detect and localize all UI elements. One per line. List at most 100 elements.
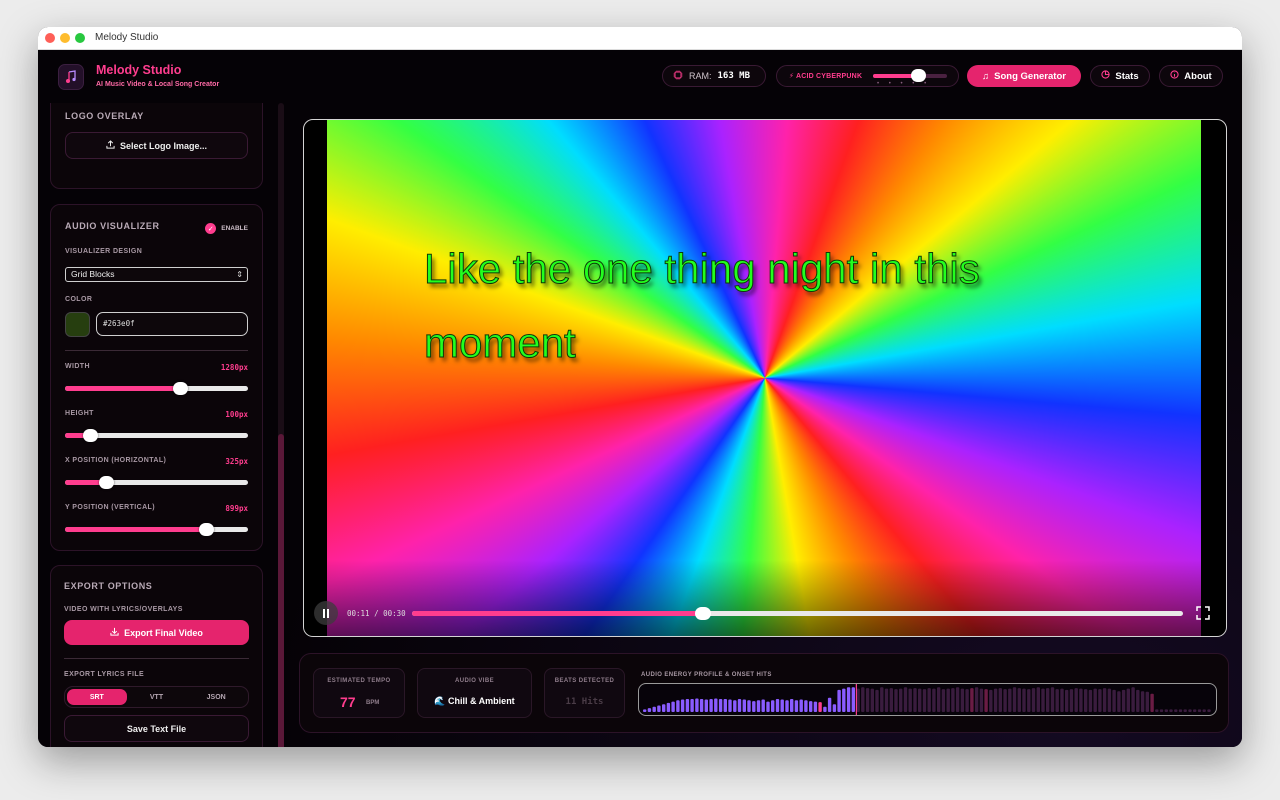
slider-knob[interactable] — [83, 429, 98, 442]
tempo-label: ESTIMATED TEMPO — [327, 678, 391, 684]
beats-value: 11 Hits — [565, 697, 604, 707]
energy-bar — [1193, 709, 1197, 712]
slider-fill — [65, 386, 181, 391]
format-srt-option[interactable]: SRT — [67, 689, 127, 705]
energy-bar — [941, 689, 946, 712]
energy-bar — [1169, 709, 1173, 712]
energy-bar — [1055, 689, 1059, 712]
visualizer-title: AUDIO VISUALIZER — [65, 221, 160, 231]
ram-label: RAM: — [689, 71, 712, 81]
energy-bar — [946, 688, 950, 712]
energy-bar — [761, 699, 765, 712]
energy-bar — [771, 700, 775, 712]
slider-knob[interactable] — [99, 476, 114, 489]
energy-bar — [1131, 687, 1135, 712]
energy-bar — [1174, 709, 1178, 712]
upload-icon — [106, 140, 115, 151]
energy-bar — [733, 700, 737, 712]
color-swatch[interactable] — [65, 312, 90, 337]
ram-indicator: RAM: 163 MB — [662, 65, 766, 87]
energy-bar — [1183, 709, 1187, 712]
energy-bar — [1079, 688, 1083, 712]
energy-bar — [1031, 688, 1036, 712]
about-label: About — [1184, 70, 1212, 82]
maximize-window-button[interactable] — [75, 33, 85, 43]
energy-bar — [647, 708, 652, 712]
energy-bar — [965, 689, 969, 712]
energy-bar — [747, 700, 751, 712]
x-position-label: X POSITION (HORIZONTAL) — [65, 457, 167, 464]
divider — [65, 350, 248, 351]
x-position-value: 325px — [225, 457, 248, 466]
energy-bar — [979, 688, 984, 712]
energy-bar — [1202, 709, 1206, 712]
height-slider[interactable] — [65, 429, 248, 442]
energy-bar — [804, 700, 808, 712]
audio-visualizer-card: AUDIO VISUALIZER ✓ ENABLE VISUALIZER DES… — [50, 204, 263, 551]
minimize-window-button[interactable] — [60, 33, 70, 43]
energy-bar — [1207, 709, 1211, 712]
energy-bar — [1088, 689, 1093, 712]
energy-bar — [652, 706, 656, 712]
format-json-option[interactable]: JSON — [186, 689, 246, 705]
energy-bar — [1197, 709, 1202, 712]
energy-bar — [1150, 693, 1154, 712]
save-text-file-button[interactable]: Save Text File — [64, 715, 249, 742]
energy-bar — [823, 706, 827, 712]
seek-knob[interactable] — [695, 607, 711, 620]
close-window-button[interactable] — [45, 33, 55, 43]
width-value: 1280px — [220, 363, 248, 372]
design-value: Grid Blocks — [71, 269, 115, 279]
energy-bar — [676, 700, 680, 712]
video-player[interactable]: Like the one thing night in this moment … — [303, 119, 1227, 637]
energy-bar — [960, 688, 965, 712]
energy-bar — [1098, 689, 1102, 712]
theme-selector[interactable]: ⚡ ACID CYBERPUNK • • • • • — [776, 65, 959, 87]
height-label: HEIGHT — [65, 410, 94, 417]
height-value: 100px — [225, 410, 248, 419]
seek-bar[interactable] — [412, 607, 1183, 620]
energy-bar — [1022, 688, 1026, 712]
ram-value: 163 MB — [717, 71, 751, 81]
energy-bar — [884, 688, 889, 712]
slider-knob[interactable] — [199, 523, 214, 536]
energy-bar — [1069, 689, 1074, 712]
visualizer-design-select[interactable]: Grid Blocks ⇕ — [65, 267, 248, 282]
theme-slider[interactable] — [873, 69, 947, 82]
stats-button[interactable]: Stats — [1090, 65, 1150, 87]
format-vtt-option[interactable]: VTT — [127, 689, 187, 705]
about-button[interactable]: About — [1159, 65, 1223, 87]
energy-bar — [937, 687, 941, 712]
energy-bar — [1012, 687, 1017, 712]
pause-icon — [323, 608, 329, 618]
energy-bar — [775, 699, 780, 712]
energy-bar — [1074, 688, 1078, 712]
song-generator-button[interactable]: ♫ Song Generator — [967, 65, 1081, 87]
energy-bar — [865, 688, 870, 712]
energy-bar — [918, 688, 922, 712]
color-hex-input[interactable]: #263e0f — [96, 312, 248, 336]
energy-bar — [889, 688, 893, 712]
energy-bar — [870, 688, 874, 712]
enable-toggle[interactable]: ✓ ENABLE — [205, 223, 248, 234]
song-generator-label: Song Generator — [994, 70, 1066, 82]
energy-bar — [1164, 709, 1168, 712]
x-position-slider[interactable] — [65, 476, 248, 489]
export-video-button[interactable]: Export Final Video — [64, 620, 249, 645]
y-position-value: 899px — [225, 504, 248, 513]
slider-knob[interactable] — [173, 382, 188, 395]
tempo-value: 77 — [340, 694, 356, 710]
sidebar: LOGO OVERLAY Select Logo Image... AUDIO … — [38, 103, 288, 747]
width-slider[interactable] — [65, 382, 248, 395]
pause-button[interactable] — [314, 601, 338, 625]
select-logo-button[interactable]: Select Logo Image... — [65, 132, 248, 159]
y-position-slider[interactable] — [65, 523, 248, 536]
sidebar-scrollbar-thumb[interactable] — [278, 434, 284, 747]
fullscreen-icon[interactable] — [1196, 606, 1210, 620]
energy-bar — [908, 688, 912, 712]
check-icon[interactable]: ✓ — [205, 223, 217, 234]
energy-bar — [685, 699, 690, 712]
energy-bar — [827, 697, 832, 712]
save-text-label: Save Text File — [126, 723, 187, 734]
energy-profile[interactable] — [638, 683, 1217, 716]
